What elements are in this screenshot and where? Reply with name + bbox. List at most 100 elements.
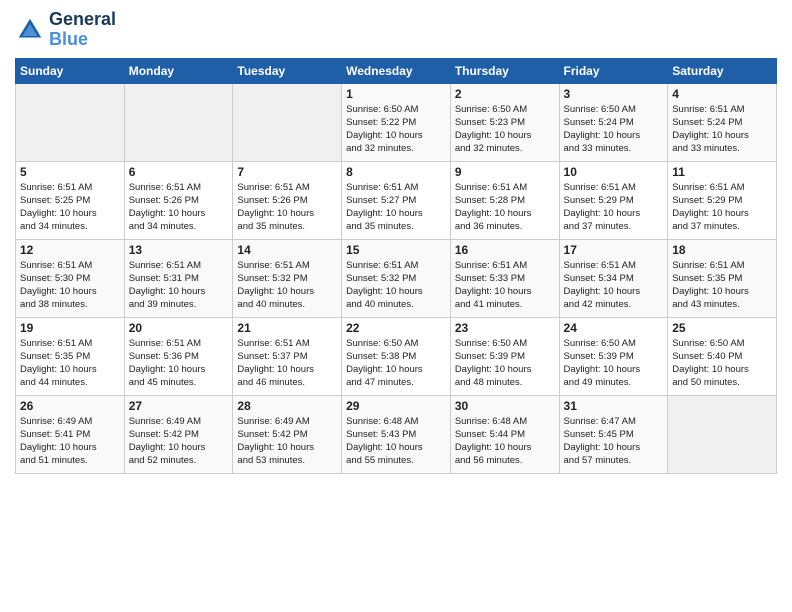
day-number: 7 xyxy=(237,165,337,179)
day-header-saturday: Saturday xyxy=(668,58,777,83)
calendar-cell: 10Sunrise: 6:51 AM Sunset: 5:29 PM Dayli… xyxy=(559,161,668,239)
page-container: General Blue SundayMondayTuesdayWednesda… xyxy=(0,0,792,484)
day-number: 11 xyxy=(672,165,772,179)
calendar-cell: 25Sunrise: 6:50 AM Sunset: 5:40 PM Dayli… xyxy=(668,317,777,395)
calendar-cell: 26 Sunrise: 6:49 AM Sunset: 5:41 PM Dayli… xyxy=(16,395,125,473)
day-info: Sunrise: 6:51 AM Sunset: 5:32 PM Dayligh… xyxy=(237,259,337,312)
calendar-table: SundayMondayTuesdayWednesdayThursdayFrid… xyxy=(15,58,777,474)
day-number: 28 xyxy=(237,399,337,413)
day-number: 20 xyxy=(129,321,229,335)
day-number: 12 xyxy=(20,243,120,257)
day-info: Sunrise: 6:50 AM Sunset: 5:24 PM Dayligh… xyxy=(564,103,664,156)
calendar-cell xyxy=(233,83,342,161)
day-number: 19 xyxy=(20,321,120,335)
logo-text: General Blue xyxy=(49,10,116,50)
day-info: Sunrise: 6:51 AM Sunset: 5:32 PM Dayligh… xyxy=(346,259,446,312)
day-number: 2 xyxy=(455,87,555,101)
calendar-cell: 4Sunrise: 6:51 AM Sunset: 5:24 PM Daylig… xyxy=(668,83,777,161)
day-number: 1 xyxy=(346,87,446,101)
calendar-cell: 28 Sunrise: 6:49 AM Sunset: 5:42 PM Dayli… xyxy=(233,395,342,473)
day-info: Sunrise: 6:51 AM Sunset: 5:30 PM Dayligh… xyxy=(20,259,120,312)
calendar-cell: 11 Sunrise: 6:51 AM Sunset: 5:29 PM Dayli… xyxy=(668,161,777,239)
day-info: Sunrise: 6:49 AM Sunset: 5:42 PM Dayligh… xyxy=(237,415,337,468)
calendar-week-4: 19 Sunrise: 6:51 AM Sunset: 5:35 PM Dayli… xyxy=(16,317,777,395)
calendar-week-1: 1 Sunrise: 6:50 AM Sunset: 5:22 PM Daylig… xyxy=(16,83,777,161)
logo-icon xyxy=(15,15,45,45)
calendar-cell xyxy=(16,83,125,161)
day-info: Sunrise: 6:51 AM Sunset: 5:28 PM Dayligh… xyxy=(455,181,555,234)
calendar-cell xyxy=(668,395,777,473)
calendar-cell: 23Sunrise: 6:50 AM Sunset: 5:39 PM Dayli… xyxy=(450,317,559,395)
day-info: Sunrise: 6:51 AM Sunset: 5:29 PM Dayligh… xyxy=(672,181,772,234)
day-info: Sunrise: 6:51 AM Sunset: 5:27 PM Dayligh… xyxy=(346,181,446,234)
day-number: 6 xyxy=(129,165,229,179)
day-info: Sunrise: 6:51 AM Sunset: 5:35 PM Dayligh… xyxy=(20,337,120,390)
calendar-cell: 22 Sunrise: 6:50 AM Sunset: 5:38 PM Dayli… xyxy=(342,317,451,395)
calendar-week-5: 26 Sunrise: 6:49 AM Sunset: 5:41 PM Dayli… xyxy=(16,395,777,473)
calendar-cell: 31 Sunrise: 6:47 AM Sunset: 5:45 PM Dayli… xyxy=(559,395,668,473)
day-number: 29 xyxy=(346,399,446,413)
calendar-cell: 16Sunrise: 6:51 AM Sunset: 5:33 PM Dayli… xyxy=(450,239,559,317)
calendar-cell: 21Sunrise: 6:51 AM Sunset: 5:37 PM Dayli… xyxy=(233,317,342,395)
day-info: Sunrise: 6:51 AM Sunset: 5:25 PM Dayligh… xyxy=(20,181,120,234)
day-header-wednesday: Wednesday xyxy=(342,58,451,83)
day-number: 24 xyxy=(564,321,664,335)
day-info: Sunrise: 6:48 AM Sunset: 5:43 PM Dayligh… xyxy=(346,415,446,468)
logo: General Blue xyxy=(15,10,116,50)
calendar-cell: 20 Sunrise: 6:51 AM Sunset: 5:36 PM Dayli… xyxy=(124,317,233,395)
day-info: Sunrise: 6:51 AM Sunset: 5:24 PM Dayligh… xyxy=(672,103,772,156)
day-number: 8 xyxy=(346,165,446,179)
day-info: Sunrise: 6:50 AM Sunset: 5:38 PM Dayligh… xyxy=(346,337,446,390)
calendar-header: SundayMondayTuesdayWednesdayThursdayFrid… xyxy=(16,58,777,83)
day-info: Sunrise: 6:49 AM Sunset: 5:42 PM Dayligh… xyxy=(129,415,229,468)
day-info: Sunrise: 6:51 AM Sunset: 5:33 PM Dayligh… xyxy=(455,259,555,312)
day-info: Sunrise: 6:47 AM Sunset: 5:45 PM Dayligh… xyxy=(564,415,664,468)
day-number: 14 xyxy=(237,243,337,257)
day-number: 13 xyxy=(129,243,229,257)
calendar-cell xyxy=(124,83,233,161)
calendar-body: 1 Sunrise: 6:50 AM Sunset: 5:22 PM Daylig… xyxy=(16,83,777,473)
day-info: Sunrise: 6:51 AM Sunset: 5:34 PM Dayligh… xyxy=(564,259,664,312)
calendar-cell: 29 Sunrise: 6:48 AM Sunset: 5:43 PM Dayli… xyxy=(342,395,451,473)
calendar-cell: 9 Sunrise: 6:51 AM Sunset: 5:28 PM Daylig… xyxy=(450,161,559,239)
calendar-cell: 30Sunrise: 6:48 AM Sunset: 5:44 PM Dayli… xyxy=(450,395,559,473)
calendar-cell: 24 Sunrise: 6:50 AM Sunset: 5:39 PM Dayli… xyxy=(559,317,668,395)
day-number: 3 xyxy=(564,87,664,101)
day-number: 31 xyxy=(564,399,664,413)
day-number: 17 xyxy=(564,243,664,257)
day-info: Sunrise: 6:50 AM Sunset: 5:22 PM Dayligh… xyxy=(346,103,446,156)
day-header-tuesday: Tuesday xyxy=(233,58,342,83)
calendar-cell: 27Sunrise: 6:49 AM Sunset: 5:42 PM Dayli… xyxy=(124,395,233,473)
day-info: Sunrise: 6:51 AM Sunset: 5:26 PM Dayligh… xyxy=(129,181,229,234)
calendar-cell: 14 Sunrise: 6:51 AM Sunset: 5:32 PM Dayli… xyxy=(233,239,342,317)
day-info: Sunrise: 6:51 AM Sunset: 5:35 PM Dayligh… xyxy=(672,259,772,312)
header-row: SundayMondayTuesdayWednesdayThursdayFrid… xyxy=(16,58,777,83)
calendar-cell: 6 Sunrise: 6:51 AM Sunset: 5:26 PM Daylig… xyxy=(124,161,233,239)
calendar-cell: 12 Sunrise: 6:51 AM Sunset: 5:30 PM Dayli… xyxy=(16,239,125,317)
day-info: Sunrise: 6:51 AM Sunset: 5:26 PM Dayligh… xyxy=(237,181,337,234)
calendar-cell: 13Sunrise: 6:51 AM Sunset: 5:31 PM Dayli… xyxy=(124,239,233,317)
day-number: 22 xyxy=(346,321,446,335)
calendar-cell: 3 Sunrise: 6:50 AM Sunset: 5:24 PM Daylig… xyxy=(559,83,668,161)
day-info: Sunrise: 6:50 AM Sunset: 5:23 PM Dayligh… xyxy=(455,103,555,156)
day-number: 30 xyxy=(455,399,555,413)
calendar-cell: 19 Sunrise: 6:51 AM Sunset: 5:35 PM Dayli… xyxy=(16,317,125,395)
day-info: Sunrise: 6:51 AM Sunset: 5:37 PM Dayligh… xyxy=(237,337,337,390)
calendar-cell: 7 Sunrise: 6:51 AM Sunset: 5:26 PM Daylig… xyxy=(233,161,342,239)
calendar-week-3: 12 Sunrise: 6:51 AM Sunset: 5:30 PM Dayli… xyxy=(16,239,777,317)
day-info: Sunrise: 6:49 AM Sunset: 5:41 PM Dayligh… xyxy=(20,415,120,468)
day-info: Sunrise: 6:51 AM Sunset: 5:36 PM Dayligh… xyxy=(129,337,229,390)
day-number: 15 xyxy=(346,243,446,257)
day-number: 5 xyxy=(20,165,120,179)
day-info: Sunrise: 6:50 AM Sunset: 5:39 PM Dayligh… xyxy=(455,337,555,390)
day-number: 26 xyxy=(20,399,120,413)
day-number: 25 xyxy=(672,321,772,335)
calendar-cell: 8 Sunrise: 6:51 AM Sunset: 5:27 PM Daylig… xyxy=(342,161,451,239)
day-header-friday: Friday xyxy=(559,58,668,83)
day-number: 18 xyxy=(672,243,772,257)
calendar-cell: 18 Sunrise: 6:51 AM Sunset: 5:35 PM Dayli… xyxy=(668,239,777,317)
day-header-thursday: Thursday xyxy=(450,58,559,83)
calendar-cell: 2 Sunrise: 6:50 AM Sunset: 5:23 PM Daylig… xyxy=(450,83,559,161)
day-info: Sunrise: 6:50 AM Sunset: 5:39 PM Dayligh… xyxy=(564,337,664,390)
day-number: 9 xyxy=(455,165,555,179)
